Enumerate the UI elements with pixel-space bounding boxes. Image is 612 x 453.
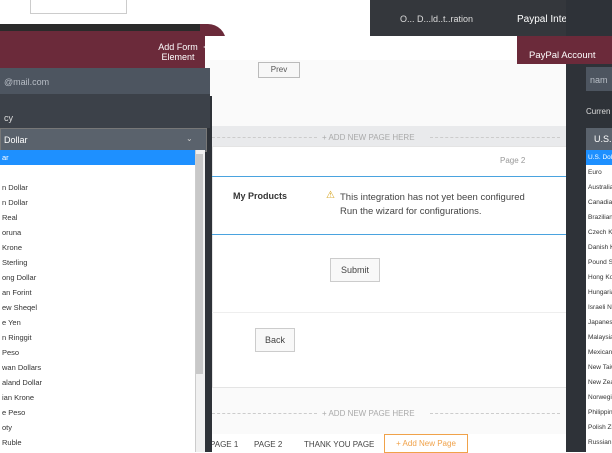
currency-option[interactable]: wan Dollars xyxy=(2,360,192,375)
submit-button[interactable]: Submit xyxy=(330,258,380,282)
currency-right-option[interactable]: U.S. Dollar xyxy=(586,150,612,165)
warning-line-2: Run the wizard for configurations. xyxy=(340,206,482,217)
tab-thank-you[interactable]: THANK YOU PAGE xyxy=(304,440,374,449)
currency-option[interactable] xyxy=(2,165,192,180)
currency-option[interactable]: Peso xyxy=(2,345,192,360)
separator-dash-left xyxy=(212,137,317,138)
warning-line-1: This integration has not yet been config… xyxy=(340,192,525,203)
background-input xyxy=(30,0,127,14)
currency-right-option[interactable]: Hong Kong Dollar xyxy=(588,270,612,285)
integration-caption: O... D...ld..t..ration xyxy=(400,14,474,24)
email-placeholder: @mail.com xyxy=(4,77,50,87)
currency-option[interactable]: ong Dollar xyxy=(2,270,192,285)
currency-right-option[interactable]: Polish Zloty xyxy=(588,420,612,435)
currency-right-option[interactable]: Norwegian Krone xyxy=(588,390,612,405)
currency-right-option[interactable]: Japanese Yen xyxy=(588,315,612,330)
currency-option[interactable]: ian Krone xyxy=(2,390,192,405)
currency-option[interactable]: Sterling xyxy=(2,255,192,270)
currency-option[interactable]: n Dollar xyxy=(2,195,192,210)
paypal-account-label: PayPal Account xyxy=(529,50,596,61)
currency-option[interactable]: n Ringgit xyxy=(2,330,192,345)
divider xyxy=(212,312,566,313)
currency-option[interactable]: e Yen xyxy=(2,315,192,330)
currency-right-option[interactable]: Mexican Peso xyxy=(588,345,612,360)
currency-label-right: Curren xyxy=(586,107,611,116)
prev-button[interactable]: Prev xyxy=(258,62,300,78)
currency-right-option[interactable]: Euro xyxy=(588,165,612,180)
currency-right-option[interactable]: Czech Koruna xyxy=(588,225,612,240)
currency-right-option[interactable]: Israeli New Sheqel xyxy=(588,300,612,315)
warning-message: This integration has not yet been config… xyxy=(340,191,560,219)
separator-dash-right xyxy=(430,137,560,138)
currency-right-option[interactable]: Pound Sterling xyxy=(588,255,612,270)
currency-selected-value: Dollar xyxy=(4,135,28,145)
currency-option[interactable]: n Dollar xyxy=(2,180,192,195)
currency-right-option[interactable]: Hungarian Forint xyxy=(588,285,612,300)
currency-option[interactable]: ew Sheqel xyxy=(2,300,192,315)
warning-icon: ⚠ xyxy=(326,190,335,201)
add-new-page-button[interactable]: + Add New Page xyxy=(384,434,468,453)
separator-dash-left-bottom xyxy=(212,413,317,414)
currency-right-option[interactable]: Australian Dollar xyxy=(588,180,612,195)
currency-option[interactable]: oruna xyxy=(2,225,192,240)
currency-label: cy xyxy=(4,113,13,123)
currency-option[interactable]: Krone xyxy=(2,240,192,255)
separator-dash-right-bottom xyxy=(430,413,560,414)
add-new-page-link-bottom[interactable]: + ADD NEW PAGE HERE xyxy=(322,409,415,418)
currency-right-option[interactable]: Malaysian Ringgit xyxy=(588,330,612,345)
page-label: Page 2 xyxy=(500,156,526,165)
add-new-page-link[interactable]: + ADD NEW PAGE HERE xyxy=(322,133,415,142)
currency-option[interactable]: an Forint xyxy=(2,285,192,300)
currency-option[interactable]: e Peso xyxy=(2,405,192,420)
back-button[interactable]: Back xyxy=(255,328,295,352)
currency-option[interactable]: oty xyxy=(2,420,192,435)
toolbar-divider xyxy=(0,24,200,31)
field-border-bottom xyxy=(212,234,566,235)
chevron-down-icon[interactable]: ⌄ xyxy=(186,134,193,143)
currency-right-option[interactable]: New Taiwan Dollars xyxy=(588,360,612,375)
field-border-top xyxy=(212,176,566,177)
currency-right-option[interactable]: Danish Krone xyxy=(588,240,612,255)
currency-right-option[interactable]: Philippine Peso xyxy=(588,405,612,420)
tab-page-1[interactable]: PAGE 1 xyxy=(210,440,238,449)
currency-right-option[interactable]: Brazilian Real xyxy=(588,210,612,225)
currency-right-option[interactable]: Russian Ruble xyxy=(588,435,612,450)
scrollbar-thumb[interactable] xyxy=(196,154,203,374)
editor-top-bar xyxy=(205,36,567,60)
currency-label-bar xyxy=(0,94,210,128)
currency-option[interactable]: aland Dollar xyxy=(2,375,192,390)
currency-right-option[interactable]: Canadian Dollar xyxy=(588,195,612,210)
currency-option[interactable]: Ruble xyxy=(2,435,192,450)
currency-option[interactable]: ar xyxy=(0,150,197,165)
product-label: My Products xyxy=(233,191,288,201)
currency-selected-value-right: U.S. xyxy=(594,134,612,144)
currency-option[interactable]: Real xyxy=(2,210,192,225)
name-placeholder: nam xyxy=(590,75,608,85)
currency-select[interactable] xyxy=(0,128,207,152)
tab-page-2[interactable]: PAGE 2 xyxy=(254,440,282,449)
add-form-element-label[interactable]: Add Form Element xyxy=(152,42,204,62)
currency-right-option[interactable]: New Zealand Dollar xyxy=(588,375,612,390)
